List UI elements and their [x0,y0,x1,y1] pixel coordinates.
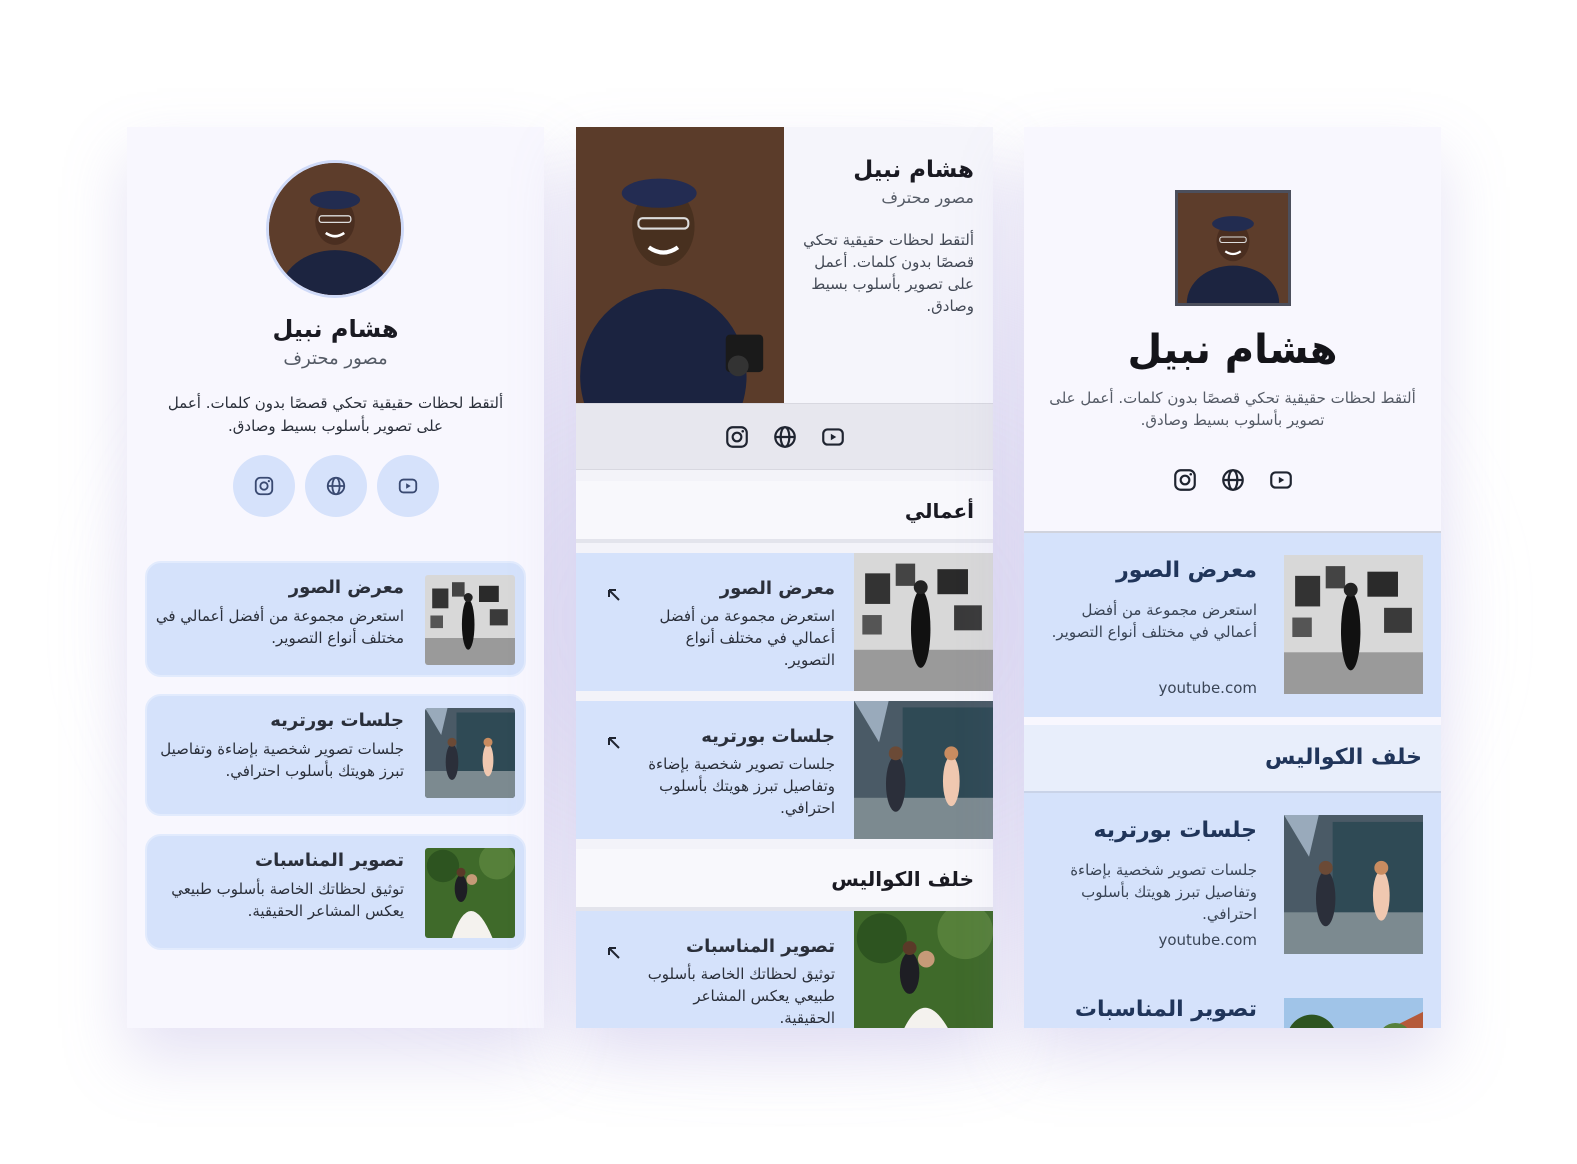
events-thumbnail [1284,998,1423,1028]
events-thumbnail [425,848,515,938]
link-card-gallery[interactable]: معرض الصور استعرض مجموعة من أفضل أعمالي … [576,553,993,691]
link-card-portrait[interactable]: جلسات بورتريه جلسات تصوير شخصية بإضاءة و… [576,701,993,839]
wedding-photo [854,911,993,1028]
studio-photo [854,701,993,839]
item-title: معرض الصور [719,578,835,599]
gallery-photo [1284,555,1423,694]
link-card-gallery[interactable]: معرض الصور استعرض مجموعة من أفضل أعمالي … [145,561,526,677]
item-description: جلسات تصوير شخصية بإضاءة وتفاصيل تبرز هو… [160,740,404,780]
youtube-icon[interactable] [820,424,846,450]
item-title: تصوير المناسبات [254,850,404,871]
item-link[interactable]: youtube.com [1158,679,1257,697]
instagram-button[interactable] [232,455,295,517]
events-thumbnail [854,911,993,1028]
item-description: استعرض مجموعة من أفضل أعمالي في مختلف أن… [155,607,404,647]
section-header-behind-scenes: خلف الكواليس [1024,725,1441,793]
item-link[interactable]: youtube.com [1158,931,1257,949]
gallery-thumbnail [1284,555,1423,694]
section-title: خلف الكواليس [1265,745,1422,770]
wedding-photo [1284,998,1423,1028]
link-card-portrait[interactable]: جلسات بورتريه جلسات تصوير شخصية بإضاءة و… [1024,793,1441,977]
item-description: جلسات تصوير شخصية بإضاءة وتفاصيل تبرز هو… [1070,861,1257,923]
social-links [576,403,993,470]
social-links [1024,467,1441,493]
item-description: توثيق لحظاتك الخاصة بأسلوب طبيعي يعكس ال… [171,880,404,920]
profile-photo [576,127,784,403]
profile-bio: ألتقط لحظات حقيقية تحكي قصصًا بدون كلمات… [167,394,504,435]
instagram-icon[interactable] [724,424,750,450]
arrow-up-left-icon [608,947,620,959]
item-description: جلسات تصوير شخصية بإضاءة وتفاصيل تبرز هو… [648,755,835,817]
item-title: جلسات بورتريه [270,710,404,731]
item-title: معرض الصور [1116,558,1257,583]
portrait-session-thumbnail [1284,815,1423,954]
profile-name: هشام نبيل [272,315,399,343]
globe-icon [326,476,345,496]
gallery-thumbnail [425,575,515,665]
item-title: تصوير المناسبات [685,936,835,957]
arrow-up-left-icon [608,589,620,601]
link-card-events[interactable]: تصوير المناسبات توثيق لحظاتك الخاصة بأسل… [145,834,526,950]
avatar [266,160,404,298]
link-card-events[interactable]: تصوير المناسبات [1024,977,1441,1028]
gallery-thumbnail [854,553,993,691]
studio-photo [425,708,515,798]
portrait-photo [576,127,784,403]
portrait-photo [269,163,401,295]
profile-bio: ألتقط لحظات حقيقية تحكي قصصًا بدون كلمات… [1049,389,1416,429]
profile-name: هشام نبيل [1127,327,1338,373]
item-description: توثيق لحظاتك الخاصة بأسلوب طبيعي يعكس ال… [647,965,835,1027]
instagram-icon [254,476,273,496]
item-description: استعرض مجموعة من أفضل أعمالي في مختلف أن… [659,607,835,669]
portrait-session-thumbnail [425,708,515,798]
profile-bio: ألتقط لحظات حقيقية تحكي قصصًا بدون كلمات… [803,231,974,315]
portrait-photo [1178,193,1288,303]
wedding-photo [425,848,515,938]
youtube-button[interactable] [376,455,439,517]
profile-card-rounded: هشام نبيل مصور محترف ألتقط لحظات حقيقية … [127,127,544,1028]
profile-header: هشام نبيل مصور محترف ألتقط لحظات حقيقية … [784,127,993,403]
section-title: أعمالي [904,499,974,523]
social-links [127,455,544,517]
section-title: خلف الكواليس [831,867,974,891]
item-title: جلسات بورتريه [1093,818,1257,843]
youtube-icon[interactable] [1268,467,1294,493]
globe-icon[interactable] [772,424,798,450]
avatar [1175,190,1291,306]
studio-photo [1284,815,1423,954]
website-button[interactable] [304,455,367,517]
link-card-gallery[interactable]: معرض الصور استعرض مجموعة من أفضل أعمالي … [1024,533,1441,717]
item-title: جلسات بورتريه [701,726,835,747]
item-title: معرض الصور [288,577,404,598]
profile-card-split: هشام نبيل مصور محترف ألتقط لحظات حقيقية … [576,127,993,1028]
item-description: استعرض مجموعة من أفضل أعمالي في مختلف أن… [1051,601,1257,641]
section-header-behind-scenes: خلف الكواليس [576,849,993,911]
link-card-portrait[interactable]: جلسات بورتريه جلسات تصوير شخصية بإضاءة و… [145,694,526,816]
item-title: تصوير المناسبات [1074,997,1257,1022]
gallery-photo [854,553,993,691]
arrow-up-left-icon [608,737,620,749]
globe-icon[interactable] [1220,467,1246,493]
profile-role: مصور محترف [881,188,974,207]
gallery-photo [425,575,515,665]
link-card-events[interactable]: تصوير المناسبات توثيق لحظاتك الخاصة بأسل… [576,911,993,1028]
youtube-icon [398,478,417,494]
profile-role: مصور محترف [283,348,388,369]
profile-name: هشام نبيل [853,157,974,183]
section-header-works: أعمالي [576,481,993,543]
instagram-icon[interactable] [1172,467,1198,493]
portrait-session-thumbnail [854,701,993,839]
profile-card-bold: هشام نبيل ألتقط لحظات حقيقية تحكي قصصًا … [1024,127,1441,1028]
